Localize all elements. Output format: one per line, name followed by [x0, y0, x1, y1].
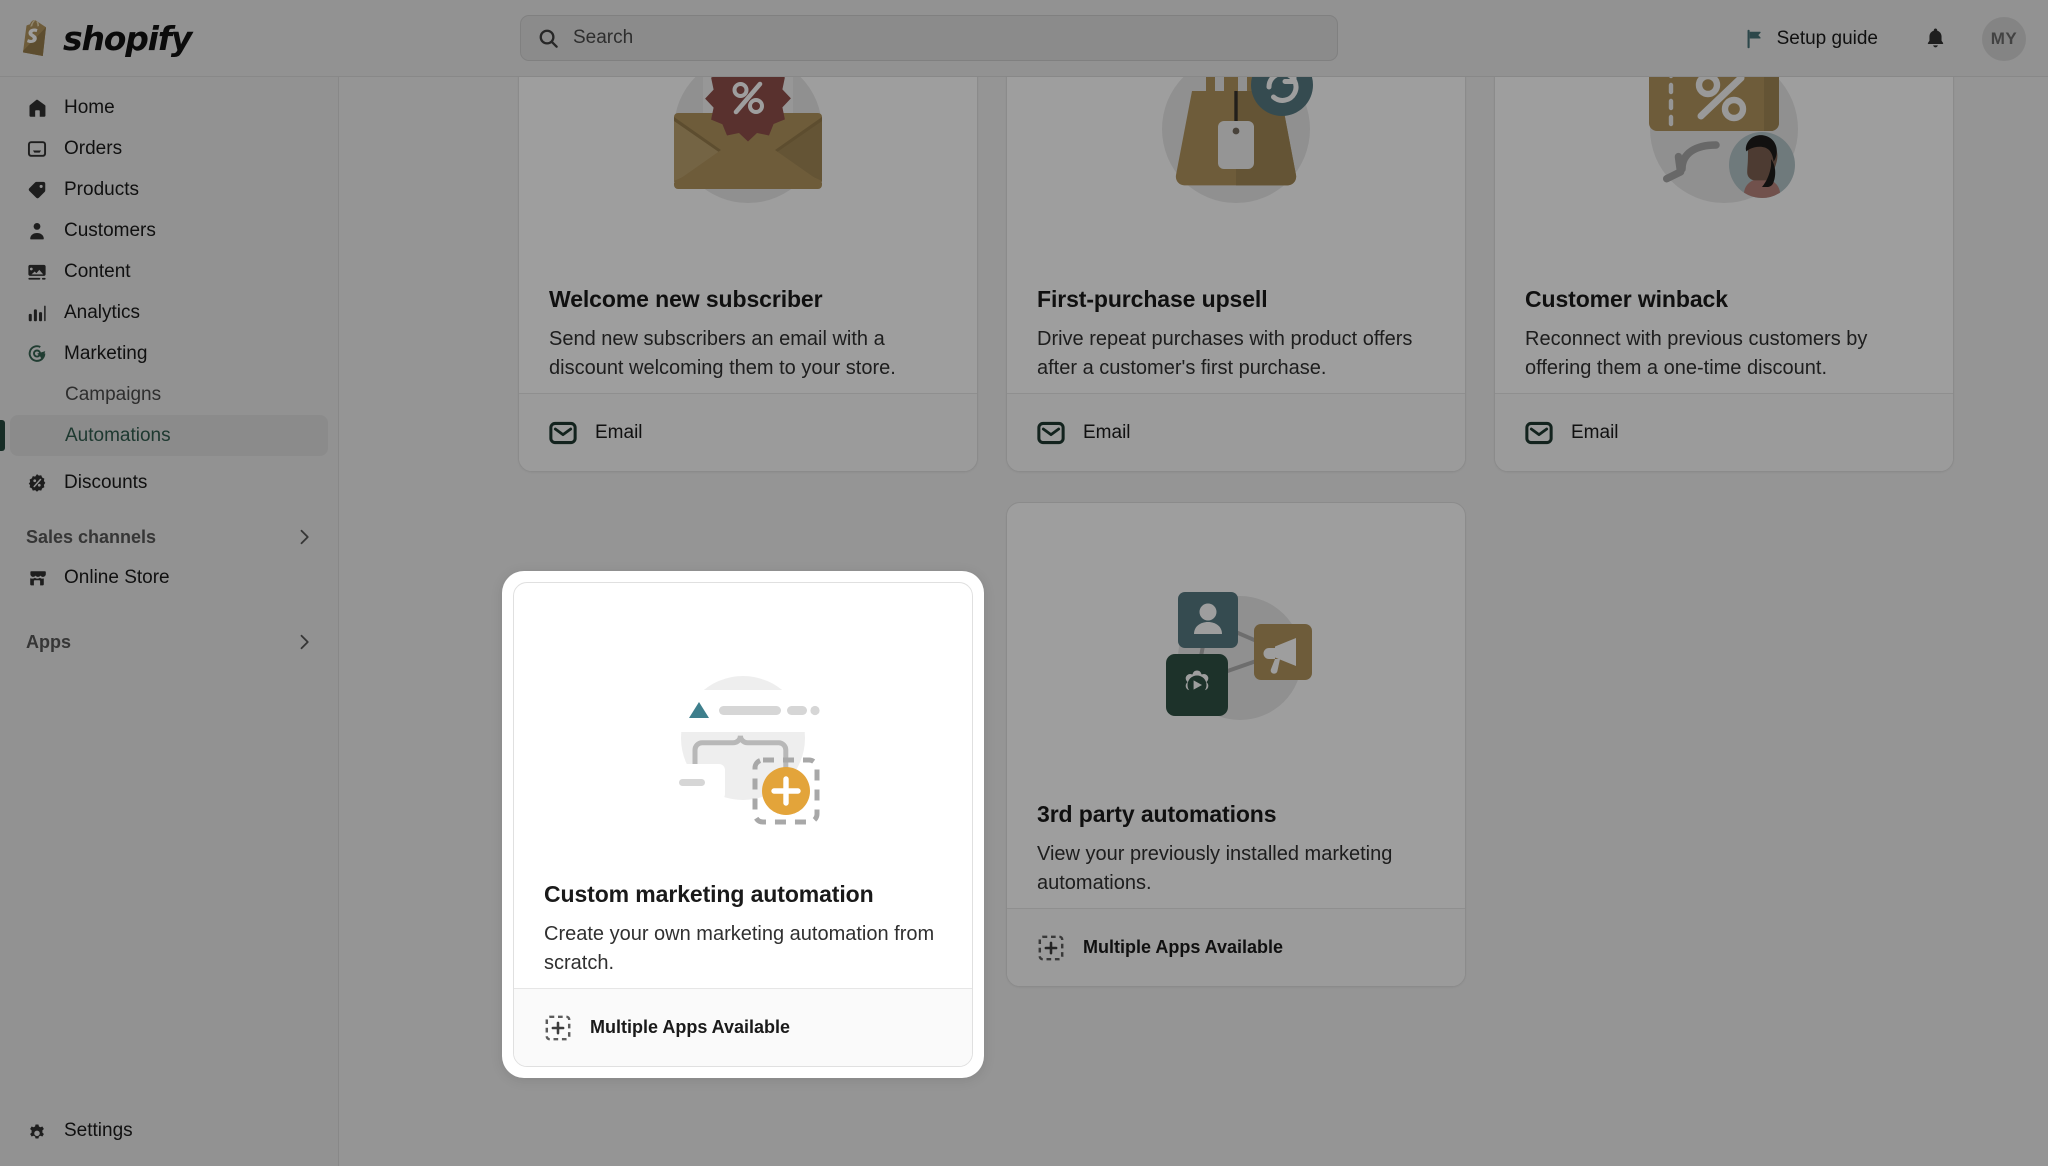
- card-title: 3rd party automations: [1037, 801, 1277, 827]
- sidebar-item-online-store[interactable]: Online Store: [10, 557, 328, 598]
- dashed-plus-icon: [544, 1014, 572, 1042]
- card-footer: Multiple Apps Available: [514, 988, 972, 1066]
- open-envelope-with-discount-badge-icon: [549, 77, 947, 256]
- discount-coupon-with-customer-avatar-icon: [1525, 77, 1923, 256]
- sidebar-item-settings[interactable]: Settings: [0, 1110, 339, 1152]
- sidebar-item-label: Products: [64, 178, 139, 200]
- automation-card-first-purchase-upsell[interactable]: First-purchase upsell Drive repeat purch…: [1006, 77, 1466, 472]
- shopify-wordmark: shopify: [63, 18, 192, 58]
- avatar-initials: MY: [1990, 28, 2018, 48]
- sidebar-item-label: Marketing: [64, 342, 148, 364]
- notifications-button[interactable]: [1915, 18, 1956, 59]
- card-footer: Multiple Apps Available: [1007, 908, 1465, 986]
- card-footer: Email: [519, 393, 977, 471]
- shopify-logo[interactable]: shopify: [20, 18, 320, 58]
- setup-guide-button[interactable]: Setup guide: [1733, 21, 1889, 57]
- sidebar-section-apps[interactable]: Apps: [10, 622, 328, 662]
- sidebar-item-label: Customers: [64, 219, 156, 241]
- email-envelope-icon: [1525, 419, 1553, 447]
- card-footer: Email: [1007, 393, 1465, 471]
- email-envelope-icon: [1037, 419, 1065, 447]
- automation-card-3rd-party-automations[interactable]: 3rd party automations View your previous…: [1006, 502, 1466, 987]
- card-description: Reconnect with previous customers by off…: [1525, 328, 1868, 379]
- automation-card-welcome-new-subscriber[interactable]: Welcome new subscriber Send new subscrib…: [518, 77, 978, 472]
- person-icon: [26, 220, 48, 242]
- gear-icon: [26, 1120, 48, 1142]
- highlight-focus-ring: Custom marketing automation Create your …: [502, 571, 984, 1078]
- connected-app-tiles-icon: [1037, 541, 1435, 771]
- card-description: Send new subscribers an email with a dis…: [549, 328, 896, 379]
- orders-inbox-icon: [26, 138, 48, 160]
- sidebar-item-discounts[interactable]: Discounts: [10, 462, 328, 503]
- sidebar-item-label: Analytics: [64, 301, 141, 323]
- workflow-builder-with-add-block-icon: [544, 621, 942, 851]
- sidebar-item-label: Discounts: [64, 471, 148, 493]
- chevron-right-icon: [294, 632, 314, 652]
- sidebar-item-automations[interactable]: Automations: [0, 415, 328, 456]
- chevron-right-icon: [294, 527, 314, 547]
- card-title: Welcome new subscriber: [549, 286, 823, 312]
- card-description: Drive repeat purchases with product offe…: [1037, 328, 1413, 379]
- automation-card-custom-marketing-automation[interactable]: Custom marketing automation Create your …: [513, 582, 973, 1067]
- avatar[interactable]: MY: [1982, 16, 2026, 61]
- sidebar: Home Orders Products Customers Content A…: [0, 77, 339, 1166]
- card-footer-label: Email: [595, 421, 643, 443]
- sidebar-subitem-label: Automations: [65, 424, 171, 446]
- sidebar-item-analytics[interactable]: Analytics: [10, 292, 328, 333]
- card-title: First-purchase upsell: [1037, 286, 1268, 312]
- bell-icon: [1923, 26, 1948, 51]
- card-description: View your previously installed marketing…: [1037, 843, 1393, 894]
- sidebar-item-campaigns[interactable]: Campaigns: [10, 374, 328, 415]
- shopify-bag-logo-icon: [20, 18, 54, 58]
- marketing-target-icon: [26, 343, 48, 365]
- dashed-plus-icon: [1037, 934, 1065, 962]
- home-icon: [26, 97, 48, 119]
- automation-card-customer-winback[interactable]: Customer winback Reconnect with previous…: [1494, 77, 1954, 472]
- sidebar-item-label: Settings: [64, 1120, 133, 1141]
- card-footer-label: Email: [1083, 421, 1131, 443]
- setup-guide-label: Setup guide: [1776, 27, 1878, 49]
- flag-icon: [1744, 28, 1766, 50]
- card-title: Custom marketing automation: [544, 881, 874, 907]
- card-title: Customer winback: [1525, 286, 1728, 312]
- email-envelope-icon: [549, 419, 577, 447]
- discount-badge-icon: [26, 472, 48, 494]
- product-tag-icon: [26, 179, 48, 201]
- card-footer-label: Multiple Apps Available: [1083, 937, 1284, 957]
- search-placeholder: Search: [573, 27, 634, 48]
- card-footer-label: Email: [1571, 421, 1619, 443]
- card-description: Create your own marketing automation fro…: [544, 923, 935, 974]
- sidebar-item-marketing[interactable]: Marketing: [10, 333, 328, 374]
- card-footer: Email: [1495, 393, 1953, 471]
- image-content-icon: [26, 261, 48, 283]
- search-icon: [537, 27, 560, 50]
- sidebar-item-label: Orders: [64, 137, 123, 159]
- storefront-icon: [26, 567, 48, 589]
- sidebar-section-label: Sales channels: [26, 526, 157, 547]
- card-footer-label: Multiple Apps Available: [590, 1017, 791, 1037]
- sidebar-section-label: Apps: [26, 631, 71, 652]
- top-bar: shopify Search Setup guide MY: [0, 0, 2048, 77]
- search-input[interactable]: Search: [520, 15, 1338, 61]
- sidebar-item-label: Content: [64, 260, 131, 282]
- sidebar-item-customers[interactable]: Customers: [10, 210, 328, 251]
- bar-chart-icon: [26, 302, 48, 324]
- sidebar-item-orders[interactable]: Orders: [10, 128, 328, 169]
- sidebar-item-label: Online Store: [64, 566, 170, 588]
- sidebar-section-sales-channels[interactable]: Sales channels: [10, 517, 328, 557]
- sidebar-item-home[interactable]: Home: [10, 87, 328, 128]
- sidebar-item-label: Home: [64, 96, 115, 118]
- sidebar-item-products[interactable]: Products: [10, 169, 328, 210]
- shopping-bag-with-repeat-badge-icon: [1037, 77, 1435, 256]
- sidebar-item-content[interactable]: Content: [10, 251, 328, 292]
- sidebar-subitem-label: Campaigns: [65, 383, 162, 405]
